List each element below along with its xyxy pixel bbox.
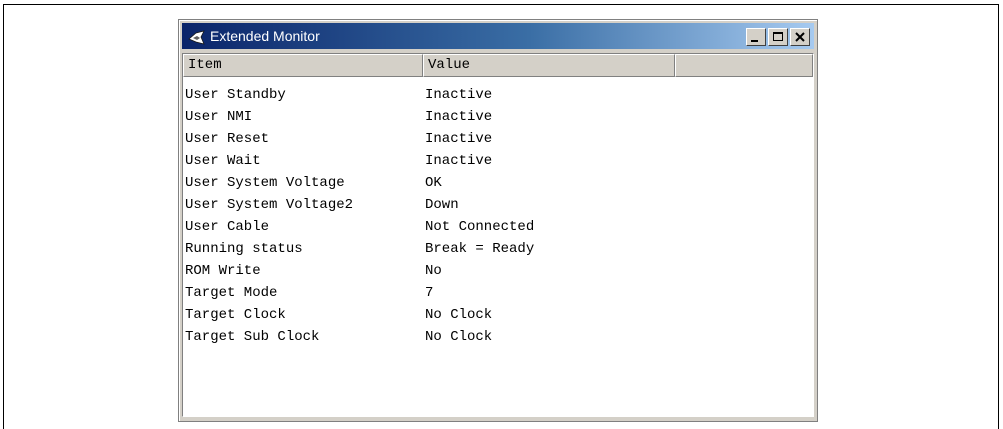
column-header-value[interactable]: Value [423,54,675,77]
row-item: Target Clock [185,307,286,323]
column-header-item[interactable]: Item [183,54,423,77]
maximize-button[interactable] [768,28,788,46]
row-value: Inactive [425,153,493,169]
row-item: User System Voltage2 [185,197,354,213]
row-value: 7 [425,285,434,301]
row-value: Down [425,197,459,213]
row-item: User System Voltage [185,175,345,191]
minimize-icon [751,40,758,42]
extended-monitor-window: Extended Monitor Item Value User Standby… [178,19,818,422]
row-item: Target Mode [185,285,278,301]
maximize-icon [773,32,783,41]
row-item: User Standby [185,87,286,103]
row-item: Target Sub Clock [185,329,320,345]
row-value: Not Connected [425,219,535,235]
row-value: Break = Ready [425,241,535,257]
monitor-table: Item Value User Standby Inactive User NMI I… [182,53,814,417]
row-value: Inactive [425,109,493,125]
row-item: User Cable [185,219,270,235]
row-item: ROM Write [185,263,261,279]
close-button[interactable] [790,28,810,46]
row-value: No [425,263,442,279]
row-item: User NMI [185,109,253,125]
title-bar[interactable]: Extended Monitor [182,23,814,49]
close-icon [795,32,805,42]
row-item: Running status [185,241,303,257]
window-title: Extended Monitor [210,28,320,44]
row-item: User Wait [185,153,261,169]
row-value: Inactive [425,87,493,103]
row-value: OK [425,175,442,191]
row-value: Inactive [425,131,493,147]
row-value: No Clock [425,307,493,323]
row-value: No Clock [425,329,493,345]
row-item: User Reset [185,131,270,147]
minimize-button[interactable] [746,28,766,46]
column-header-empty[interactable] [675,54,813,77]
table-header: Item Value [183,54,813,77]
app-icon [188,28,206,45]
